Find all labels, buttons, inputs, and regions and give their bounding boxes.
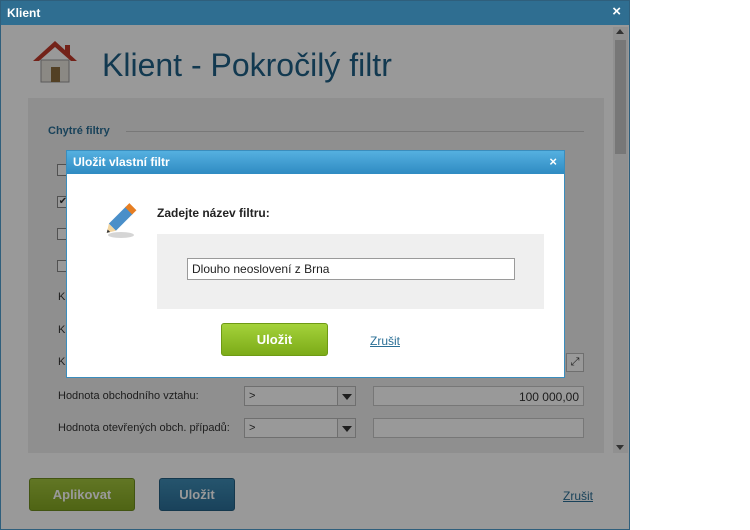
dialog-cancel-link[interactable]: Zrušit: [370, 334, 400, 348]
filter-name-input[interactable]: Dlouho neoslovení z Brna: [187, 258, 515, 280]
window-titlebar: Klient ×: [1, 1, 629, 25]
dialog-title: Uložit vlastní filtr: [73, 155, 170, 169]
pencil-icon: [106, 203, 137, 238]
dialog-save-button[interactable]: Uložit: [221, 323, 328, 356]
save-filter-dialog: Uložit vlastní filtr × Zadejte název fil…: [66, 150, 565, 378]
window-title: Klient: [7, 6, 41, 20]
dialog-titlebar: Uložit vlastní filtr ×: [67, 151, 564, 174]
dialog-close-icon[interactable]: ×: [549, 154, 557, 169]
dialog-prompt: Zadejte název filtru:: [157, 206, 270, 220]
dialog-input-area: Dlouho neoslovení z Brna: [157, 234, 544, 309]
window-close-icon[interactable]: ×: [612, 4, 621, 20]
